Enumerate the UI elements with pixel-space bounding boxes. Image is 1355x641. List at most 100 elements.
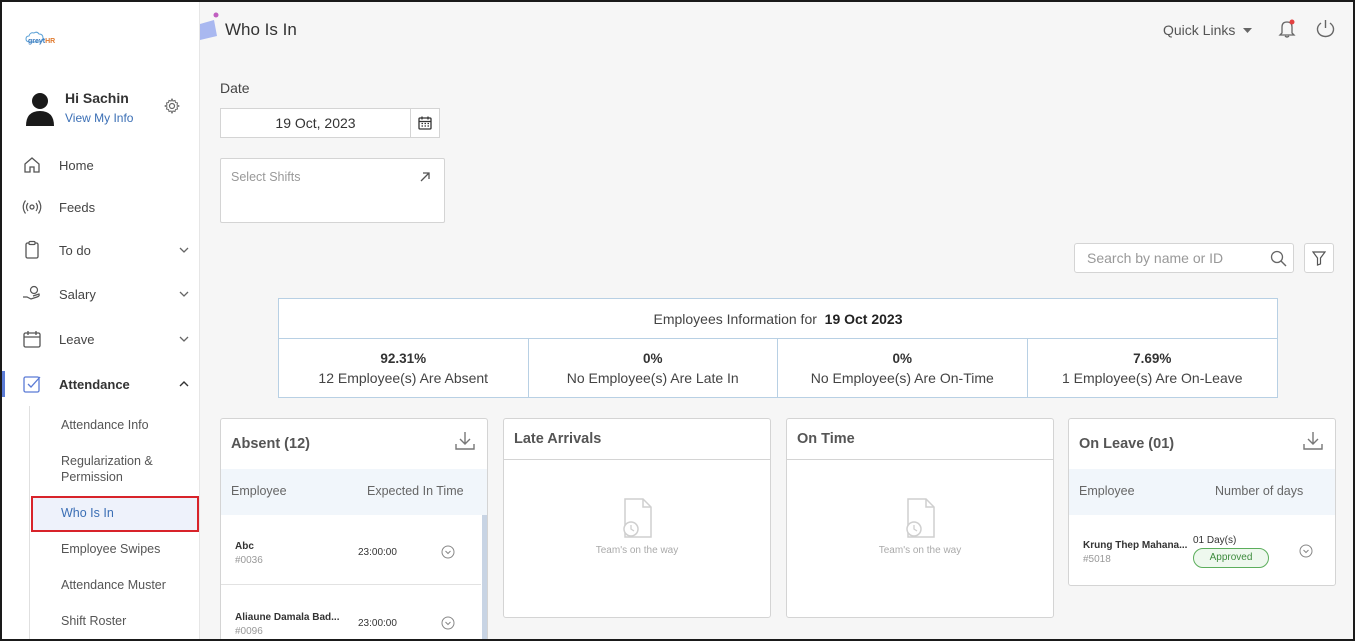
filter-icon [1312, 250, 1326, 266]
col-employee: Employee [1079, 484, 1135, 498]
absent-column-header: Employee Expected In Time [221, 469, 487, 515]
sidebar-item-label: Leave [59, 331, 95, 347]
sidebar: greytHR Hi Sachin View My Info Home Feed… [2, 2, 200, 639]
table-row[interactable]: Aliaune Damala Bad... #0096 23:00:00 [221, 586, 481, 640]
quick-links-dropdown[interactable]: Quick Links [1163, 22, 1253, 38]
late-empty-text: Team's on the way [595, 545, 679, 556]
late-empty-state: Team's on the way [504, 497, 770, 556]
summary-onleave-text: 1 Employee(s) Are On-Leave [1061, 370, 1243, 386]
chevron-circle-down-icon[interactable] [441, 545, 455, 559]
broadcast-icon [22, 200, 42, 214]
select-shifts-placeholder: Select Shifts [231, 170, 301, 184]
sidebar-item-label: Home [59, 157, 94, 173]
summary-absent-pct: 92.31% [380, 351, 427, 366]
employee-name: Aliaune Damala Bad... [235, 612, 340, 623]
caret-down-icon [1243, 28, 1253, 34]
view-my-info-link[interactable]: View My Info [65, 111, 133, 125]
chevron-down-icon [179, 336, 189, 342]
power-icon[interactable] [1316, 19, 1335, 38]
employee-id: #5018 [1083, 554, 1111, 565]
onleave-column-header: Employee Number of days [1069, 469, 1335, 515]
download-icon[interactable] [1302, 430, 1324, 452]
document-clock-icon [623, 498, 652, 538]
subnav-employee-swipes[interactable]: Employee Swipes [61, 541, 160, 557]
date-label: Date [220, 80, 250, 96]
on-time-title: On Time [797, 431, 855, 447]
on-leave-title: On Leave (01) [1079, 436, 1175, 452]
avatar[interactable] [24, 90, 56, 126]
sidebar-item-feeds[interactable]: Feeds [2, 187, 199, 227]
col-number-of-days: Number of days [1215, 484, 1304, 498]
header-decoration [200, 20, 217, 40]
chevron-down-icon [179, 291, 189, 297]
search-field [1074, 243, 1294, 273]
subnav-attendance-muster[interactable]: Attendance Muster [61, 577, 166, 593]
subnav-attendance-info[interactable]: Attendance Info [61, 417, 149, 433]
quick-links-label: Quick Links [1163, 22, 1236, 38]
user-card: Hi Sachin View My Info [24, 90, 194, 130]
employee-id: #0096 [235, 626, 263, 637]
clipboard-icon [25, 240, 39, 259]
subnav-line [29, 406, 30, 639]
summary-late-pct: 0% [642, 351, 663, 366]
absent-panel: Absent (12) Employee Expected In Time Ab… [220, 418, 488, 641]
sidebar-item-attendance[interactable]: Attendance [2, 364, 199, 404]
employee-name: Abc [235, 541, 254, 552]
sidebar-item-leave[interactable]: Leave [2, 319, 199, 359]
subnav-regularization-line1: Regularization & [61, 454, 153, 468]
sidebar-item-salary[interactable]: Salary [2, 274, 199, 314]
table-row[interactable]: Krung Thep Mahana... #5018 01 Day(s) App… [1069, 515, 1335, 585]
on-time-panel: On Time Team's on the way [786, 418, 1054, 618]
greythr-logo[interactable]: greytHR [24, 30, 66, 50]
salary-hand-icon [23, 285, 40, 300]
scrollbar[interactable] [482, 515, 487, 640]
employee-name: Krung Thep Mahana... [1083, 540, 1188, 551]
chevron-circle-down-icon[interactable] [441, 616, 455, 630]
page-title: Who Is In [225, 20, 297, 39]
header-dot [213, 12, 219, 18]
summary-absent: 92.31% 12 Employee(s) Are Absent [279, 339, 529, 397]
late-arrivals-title: Late Arrivals [514, 431, 602, 447]
calendar-icon [23, 331, 41, 348]
date-value[interactable]: 19 Oct, 2023 [221, 109, 410, 137]
user-greeting: Hi Sachin [65, 90, 129, 106]
subnav-regularization-line2: Permission [61, 470, 123, 484]
sidebar-item-todo[interactable]: To do [2, 230, 199, 270]
panel-divider [504, 459, 770, 460]
table-row[interactable]: Abc #0036 23:00:00 [221, 515, 481, 585]
sidebar-item-label: Feeds [59, 199, 96, 215]
col-employee: Employee [231, 484, 287, 498]
chevron-circle-down-icon[interactable] [1299, 544, 1313, 558]
filter-button[interactable] [1304, 243, 1334, 273]
expected-time: 23:00:00 [358, 547, 397, 558]
summary-heading-date: 19 Oct 2023 [824, 311, 903, 327]
calendar-button[interactable] [410, 109, 439, 137]
subnav-who-is-in[interactable]: Who Is In [61, 505, 114, 521]
sidebar-item-label: To do [59, 242, 91, 258]
summary-ontime-pct: 0% [892, 351, 912, 366]
sidebar-item-label: Attendance [59, 376, 130, 392]
subnav-regularization[interactable]: Regularization & Permission [61, 453, 153, 485]
employee-id: #0036 [235, 555, 263, 566]
expected-time: 23:00:00 [358, 618, 397, 629]
summary-heading-prefix: Employees Information for [653, 311, 817, 327]
select-shifts-field[interactable]: Select Shifts [220, 158, 445, 223]
expand-arrow-icon[interactable] [419, 171, 431, 183]
absent-panel-title: Absent (12) [231, 436, 310, 452]
status-badge: Approved [1193, 548, 1269, 568]
page-header: Who Is In Quick Links [200, 2, 1353, 58]
subnav-shift-roster[interactable]: Shift Roster [61, 613, 126, 629]
sidebar-item-home[interactable]: Home [2, 145, 199, 185]
search-input[interactable] [1075, 244, 1265, 272]
summary-heading: Employees Information for 19 Oct 2023 [279, 299, 1277, 339]
date-picker[interactable]: 19 Oct, 2023 [220, 108, 440, 138]
col-expected-in-time: Expected In Time [367, 484, 464, 498]
attendance-check-icon [23, 376, 41, 393]
gear-icon[interactable] [164, 98, 180, 114]
search-icon[interactable] [1270, 250, 1287, 267]
bell-icon[interactable] [1278, 19, 1296, 39]
chevron-up-icon [179, 381, 189, 387]
summary-late-text: No Employee(s) Are Late In [566, 370, 739, 386]
download-icon[interactable] [454, 430, 476, 452]
document-clock-icon [906, 498, 935, 538]
